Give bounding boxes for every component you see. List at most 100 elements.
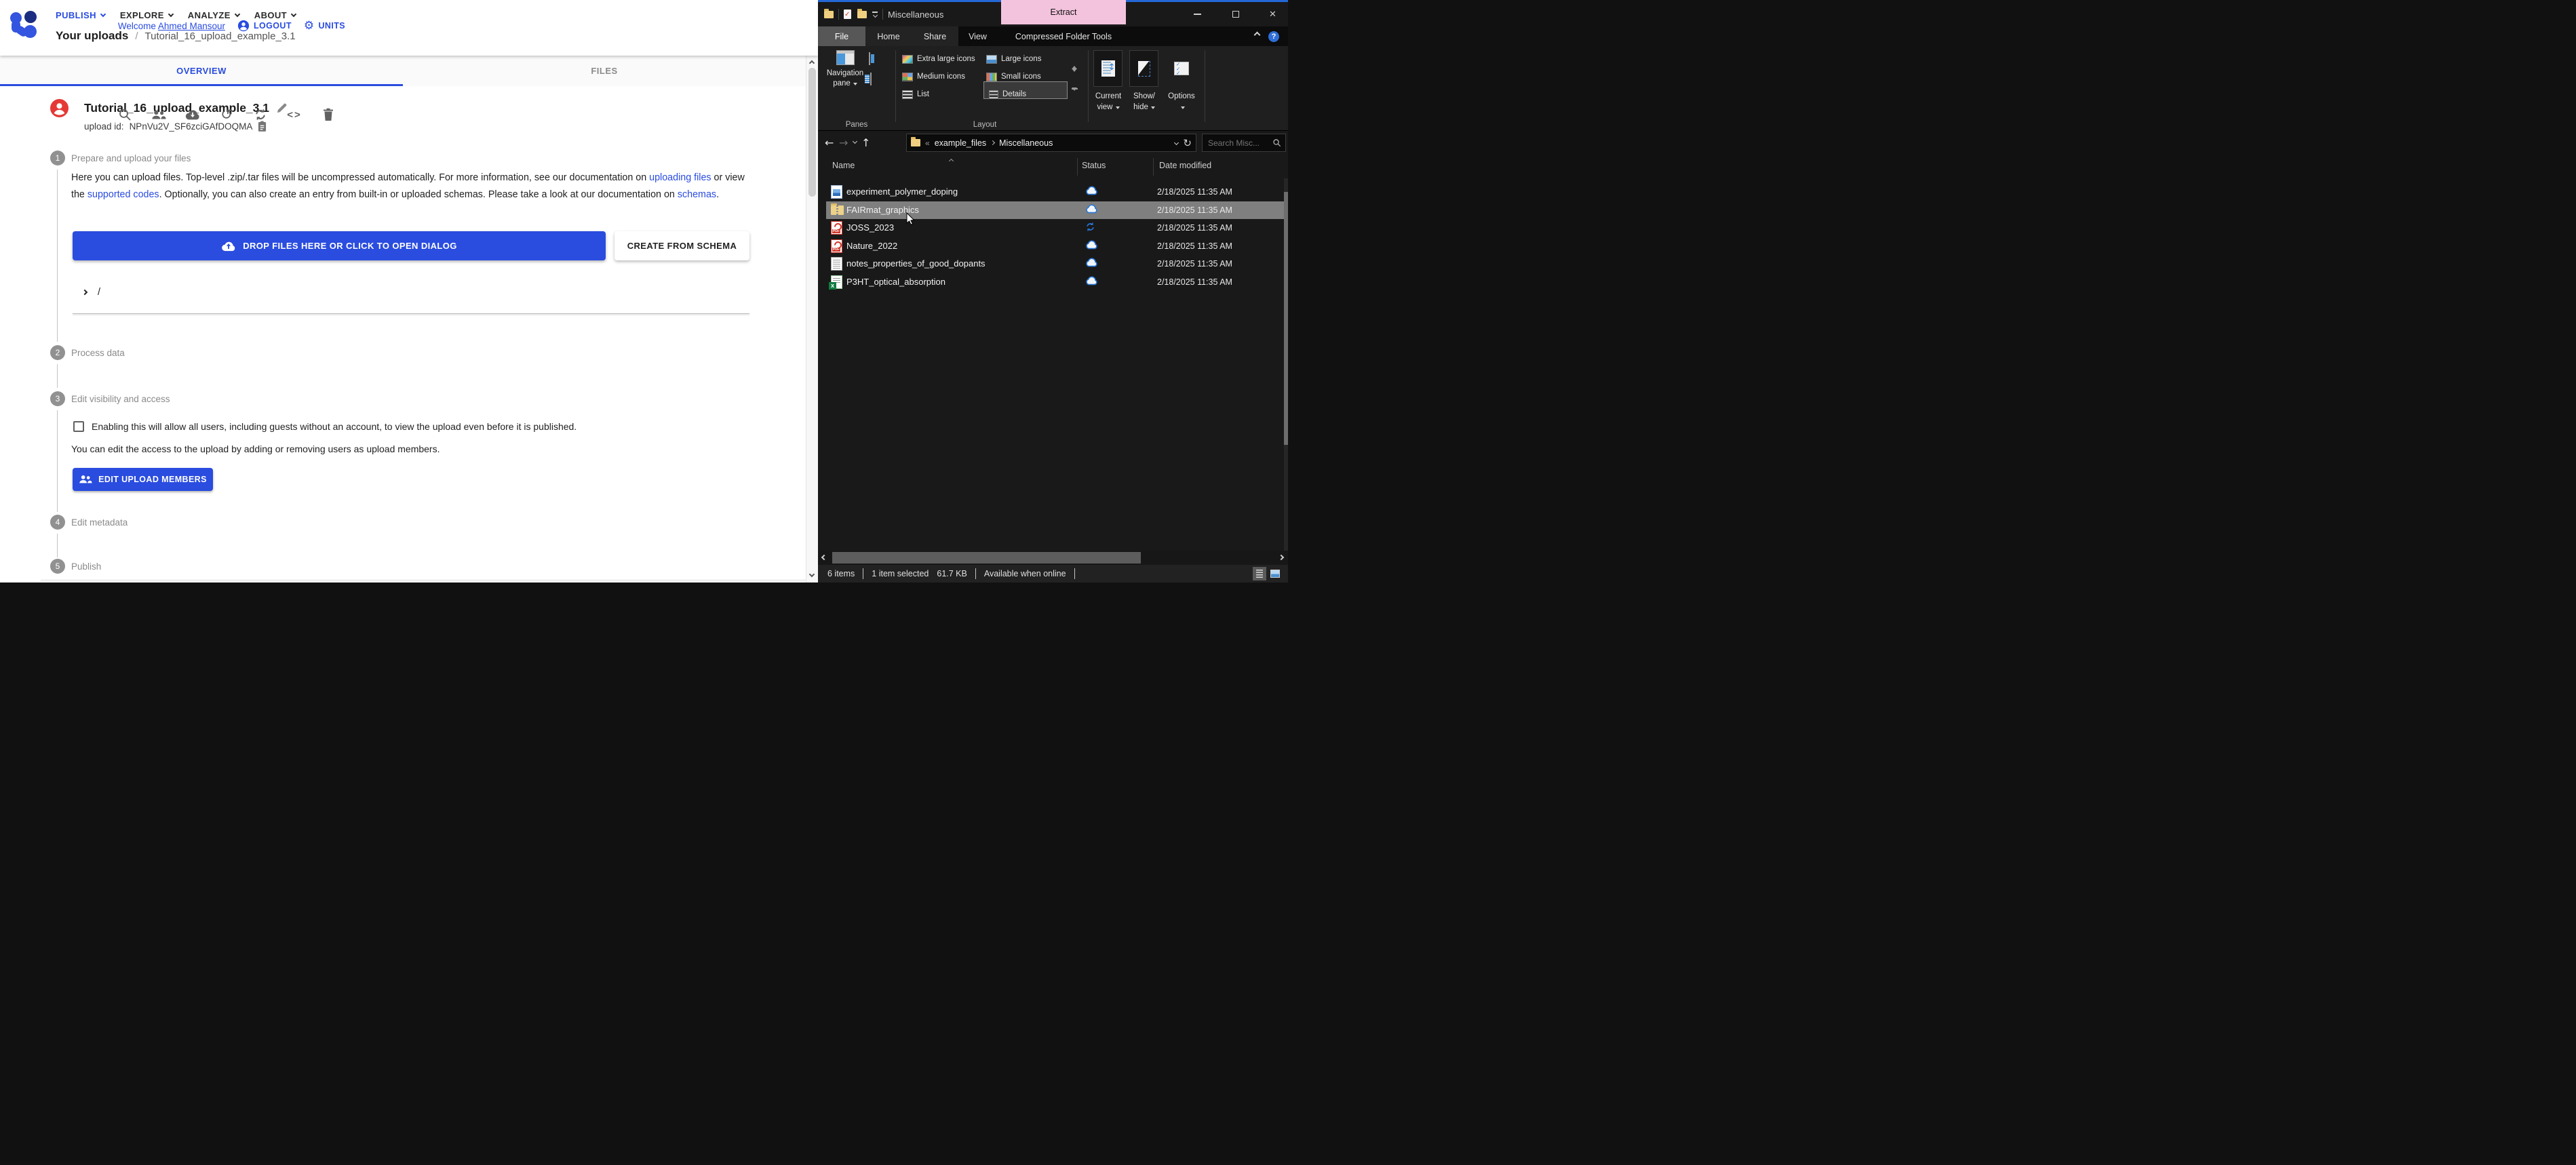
column-status[interactable]: Status: [1082, 161, 1106, 170]
folder-icon[interactable]: [824, 11, 834, 18]
members-icon[interactable]: [151, 107, 166, 122]
current-view-label[interactable]: Current view: [1088, 91, 1129, 113]
path-miscellaneous[interactable]: Miscellaneous: [999, 138, 1053, 148]
reload-icon[interactable]: ↺: [219, 107, 234, 122]
close-button[interactable]: ✕: [1257, 2, 1288, 26]
layout-large-icons[interactable]: Large icons: [986, 52, 1041, 66]
tab-view[interactable]: View: [958, 26, 997, 46]
layout-extra-large-icons[interactable]: Extra large icons: [902, 52, 975, 66]
address-path-box[interactable]: example_files Miscellaneous ↻: [906, 134, 1196, 152]
scrollbar-thumb[interactable]: [808, 68, 816, 197]
search-box[interactable]: [1202, 134, 1286, 152]
root-path-label: /: [98, 287, 100, 298]
preview-pane-icon[interactable]: [869, 52, 870, 65]
search-input[interactable]: [1207, 138, 1272, 149]
options-label[interactable]: Options: [1163, 91, 1201, 113]
supported-codes-link[interactable]: supported codes: [87, 189, 159, 200]
tab-share[interactable]: Share: [912, 26, 958, 46]
download-files-icon[interactable]: [185, 107, 200, 122]
status-bar: 6 items 1 item selected 61.7 KB Availabl…: [818, 565, 1288, 582]
drop-files-button[interactable]: DROP FILES HERE OR CLICK TO OPEN DIALOG: [73, 231, 606, 260]
file-row-p3ht-optical-absorption[interactable]: P3HT_optical_absorption 2/18/2025 11:35 …: [826, 273, 1284, 292]
scroll-left-icon[interactable]: [821, 555, 827, 560]
uploading-files-link[interactable]: uploading files: [649, 172, 711, 183]
units-button[interactable]: ⚙ UNITS: [304, 20, 345, 32]
file-row-joss-2023[interactable]: JOSS_2023 2/18/2025 11:35 AM: [826, 219, 1284, 237]
column-divider[interactable]: [1077, 158, 1078, 176]
user-link[interactable]: Ahmed Mansour: [158, 21, 225, 31]
extract-contextual-tab[interactable]: Extract: [1001, 0, 1126, 24]
file-row-fairmat-graphics[interactable]: FAIRmat_graphics 2/18/2025 11:35 AM: [826, 201, 1284, 220]
new-folder-icon[interactable]: [857, 11, 867, 18]
column-name[interactable]: Name: [832, 161, 855, 170]
layout-details[interactable]: Details: [989, 87, 1026, 102]
scroll-up-icon[interactable]: [809, 60, 815, 66]
tab-files[interactable]: FILES: [403, 56, 806, 86]
back-icon[interactable]: ←: [825, 136, 834, 149]
options-button[interactable]: [1169, 54, 1194, 83]
nav-publish[interactable]: PUBLISH: [56, 10, 105, 20]
show-hide-button[interactable]: [1129, 50, 1158, 87]
up-icon[interactable]: ↑: [861, 136, 870, 149]
minimize-button[interactable]: [1182, 2, 1213, 26]
thumbnail-view-toggle[interactable]: [1268, 567, 1282, 580]
horizontal-scrollbar[interactable]: [818, 551, 1288, 565]
gallery-scroll-up-icon[interactable]: [1070, 54, 1078, 66]
reprocess-icon[interactable]: [253, 107, 268, 122]
visible-to-all-checkbox[interactable]: [73, 421, 84, 432]
gallery-scroll-down-icon[interactable]: [1070, 72, 1078, 84]
tab-compressed-folder-tools[interactable]: Compressed Folder Tools: [1001, 26, 1126, 46]
column-divider[interactable]: [1153, 158, 1154, 176]
tab-overview[interactable]: OVERVIEW: [0, 56, 403, 86]
customize-quick-access-icon[interactable]: [872, 12, 878, 17]
scroll-down-icon[interactable]: [809, 572, 815, 577]
collapse-ribbon-icon[interactable]: [1254, 32, 1261, 39]
logout-button[interactable]: LOGOUT: [237, 20, 292, 32]
step-1-circle: 1: [50, 151, 65, 165]
file-row-experiment-polymer-doping[interactable]: experiment_polymer_doping 2/18/2025 11:3…: [826, 183, 1284, 201]
address-dropdown-icon[interactable]: [1174, 140, 1179, 145]
schemas-link[interactable]: schemas: [678, 189, 716, 200]
divider: [838, 9, 839, 20]
api-code-icon[interactable]: <>: [287, 107, 302, 122]
details-view-toggle[interactable]: [1253, 567, 1266, 580]
gallery-more-icon[interactable]: [1070, 88, 1078, 103]
show-hide-label[interactable]: Show/ hide: [1125, 91, 1164, 113]
path-example-files[interactable]: example_files: [935, 138, 986, 148]
file-row-nature-2022[interactable]: Nature_2022 2/18/2025 11:35 AM: [826, 237, 1284, 256]
delete-upload-icon[interactable]: [321, 107, 336, 122]
expand-icon[interactable]: [82, 290, 87, 295]
ribbon: Navigation pane Panes Extra large icons …: [818, 46, 1288, 131]
current-view-button[interactable]: [1093, 50, 1123, 87]
page-scrollbar[interactable]: [806, 56, 818, 582]
help-icon[interactable]: [1268, 31, 1279, 42]
copy-id-icon[interactable]: [258, 121, 267, 132]
layout-list[interactable]: List: [902, 87, 929, 102]
scrollbar-thumb[interactable]: [1284, 192, 1288, 445]
column-date-modified[interactable]: Date modified: [1159, 161, 1211, 170]
navigation-pane-button[interactable]: Navigation pane: [826, 50, 864, 90]
file-row-notes-properties[interactable]: notes_properties_of_good_dopants 2/18/20…: [826, 255, 1284, 273]
search-icon[interactable]: [117, 107, 132, 122]
path-overflow-icon[interactable]: [925, 137, 930, 149]
file-tree-root-row[interactable]: /: [83, 285, 100, 300]
scrollbar-thumb[interactable]: [832, 552, 1141, 564]
recent-locations-icon[interactable]: [853, 139, 857, 144]
current-view-icon: [1101, 60, 1115, 77]
nomad-logo-icon[interactable]: [10, 11, 40, 41]
tab-home[interactable]: Home: [865, 26, 912, 46]
maximize-button[interactable]: [1220, 2, 1251, 26]
scroll-right-icon[interactable]: [1279, 555, 1284, 560]
divider: [882, 9, 883, 20]
tab-file[interactable]: File: [818, 26, 865, 46]
forward-icon[interactable]: →: [839, 136, 848, 149]
layout-medium-icons[interactable]: Medium icons: [902, 69, 965, 84]
properties-icon[interactable]: [844, 9, 851, 19]
vertical-scrollbar[interactable]: [1284, 178, 1288, 551]
details-pane-icon[interactable]: [870, 73, 872, 85]
refresh-icon[interactable]: ↻: [1183, 137, 1192, 149]
search-icon[interactable]: [1272, 138, 1281, 147]
file-date: 2/18/2025 11:35 AM: [1157, 223, 1232, 233]
edit-upload-members-button[interactable]: EDIT UPLOAD MEMBERS: [73, 468, 213, 491]
create-from-schema-button[interactable]: CREATE FROM SCHEMA: [614, 231, 749, 260]
